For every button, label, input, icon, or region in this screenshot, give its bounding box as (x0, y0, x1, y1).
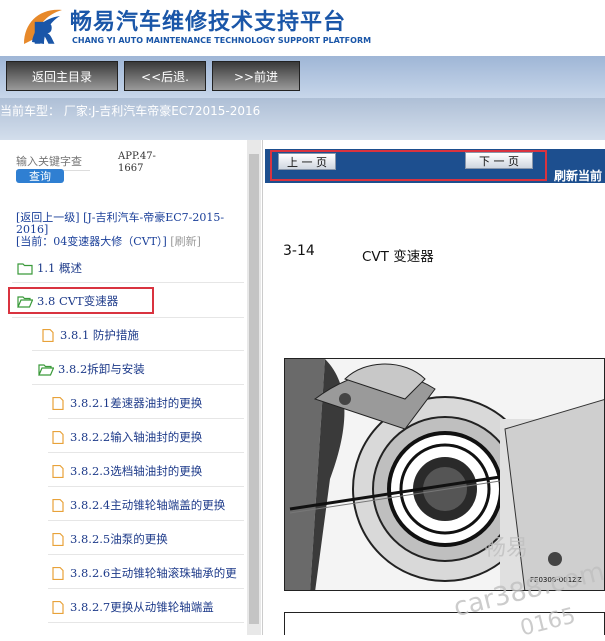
folder-open-icon (38, 363, 54, 376)
page-number: 3-14 (283, 243, 315, 259)
tree-item-label: 3.8.2.6主动锥轮轴滚珠轴承的更 (70, 566, 237, 580)
divider (48, 452, 244, 453)
tree-item-removal-install[interactable]: 3.8.2拆卸与安装 (38, 358, 145, 380)
tree-item-overview[interactable]: 1.1 概述 (17, 257, 82, 279)
current-car-bar: 当前车型： 厂家:J-吉利汽车帝豪EC72015-2016 (0, 98, 605, 140)
repair-photo (284, 358, 605, 591)
divider (48, 622, 244, 623)
app-version: APP.47-1667 (118, 151, 156, 174)
tree-item-drive-cover[interactable]: 3.8.2.4主动锥轮轴端盖的更换 (50, 494, 225, 516)
document-icon (52, 566, 64, 580)
tree-item-label: 3.8.2.4主动锥轮轴端盖的更换 (70, 498, 226, 512)
search-button[interactable]: 查询 (16, 169, 64, 183)
current-car-text: 当前车型： 厂家:J-吉利汽车帝豪EC72015-2016 (0, 104, 261, 118)
tree-item-oil-pump[interactable]: 3.8.2.5油泵的更换 (50, 528, 168, 550)
breadcrumb: [返回上一级] [J-吉利汽车-帝豪EC7-2015-2016] [当前：04变… (16, 212, 238, 248)
svg-text:R: R (32, 17, 55, 50)
divider (32, 384, 244, 385)
scrollbar-thumb[interactable] (249, 154, 259, 624)
tree-item-label: 3.8.2.1差速器油封的更换 (70, 396, 203, 410)
document-icon (52, 396, 64, 410)
divider (48, 486, 244, 487)
tree-item-label: 3.8.2拆卸与安装 (58, 362, 145, 376)
brand-title-cn: 畅易汽车维修技术支持平台 (70, 10, 347, 35)
breadcrumb-refresh-link[interactable]: [刷新] (170, 235, 201, 248)
tree-item-label: 3.8.2.5油泵的更换 (70, 532, 168, 546)
divider (48, 588, 244, 589)
divider (32, 350, 244, 351)
highlight-box-paging (270, 150, 547, 181)
tree-item-input-seal[interactable]: 3.8.2.2输入轴油封的更换 (50, 426, 202, 448)
back-button[interactable]: <<后退. (124, 61, 206, 91)
divider (48, 418, 244, 419)
tree-item-label: 3.8.2.3选档轴油封的更换 (70, 464, 203, 478)
forward-button[interactable]: >>前进 (212, 61, 300, 91)
tree-item-protection[interactable]: 3.8.1 防护措施 (40, 324, 139, 346)
home-button[interactable]: 返回主目录 (6, 61, 118, 91)
highlight-box-tree (8, 287, 154, 314)
breadcrumb-current-name: 变速器大修（CVT）] (67, 235, 167, 248)
divider (12, 282, 244, 283)
tree-item-label: 1.1 概述 (37, 261, 82, 275)
brand-title-en: CHANG YI AUTO MAINTENANCE TECHNOLOGY SUP… (72, 36, 372, 45)
document-icon (42, 328, 54, 342)
tree-item-label: 3.8.2.2输入轴油封的更换 (70, 430, 203, 444)
main-toolbar: 返回主目录 <<后退. >>前进 (0, 56, 605, 98)
chang-yi-logo-icon: R (24, 9, 62, 50)
document-icon (52, 430, 64, 444)
tree-item-selector-seal[interactable]: 3.8.2.3选档轴油封的更换 (50, 460, 202, 482)
page-title: CVT 变速器 (362, 249, 434, 265)
tree-item-ball-bearing[interactable]: 3.8.2.6主动锥轮轴滚珠轴承的更 (50, 562, 237, 584)
tree-item-driven-cover[interactable]: 3.8.2.7更换从动锥轮轴端盖 (50, 596, 214, 618)
tree-item-label: 3.8.2.7更换从动锥轮轴端盖 (70, 600, 214, 614)
tree-item-diff-seal[interactable]: 3.8.2.1差速器油封的更换 (50, 392, 202, 414)
breadcrumb-current-label: [当前： (16, 235, 54, 248)
divider (48, 554, 244, 555)
document-icon (52, 532, 64, 546)
folder-icon (17, 262, 33, 275)
divider (48, 520, 244, 521)
breadcrumb-current-code: 04 (53, 235, 68, 248)
seal-removal-illustration (285, 359, 604, 590)
document-icon (52, 600, 64, 614)
navigation-panel: 查询 APP.47-1667 [返回上一级] [J-吉利汽车-帝豪EC7-201… (0, 140, 263, 635)
refresh-current-link[interactable]: 刷新当前 (554, 167, 602, 184)
document-icon (52, 464, 64, 478)
watermark-cn: 畅易 (484, 536, 529, 561)
divider (12, 317, 244, 318)
document-icon (52, 498, 64, 512)
tree-item-label: 3.8.1 防护措施 (60, 328, 139, 342)
header: R 畅易汽车维修技术支持平台 CHANG YI AUTO MAINTENANCE… (0, 0, 605, 56)
